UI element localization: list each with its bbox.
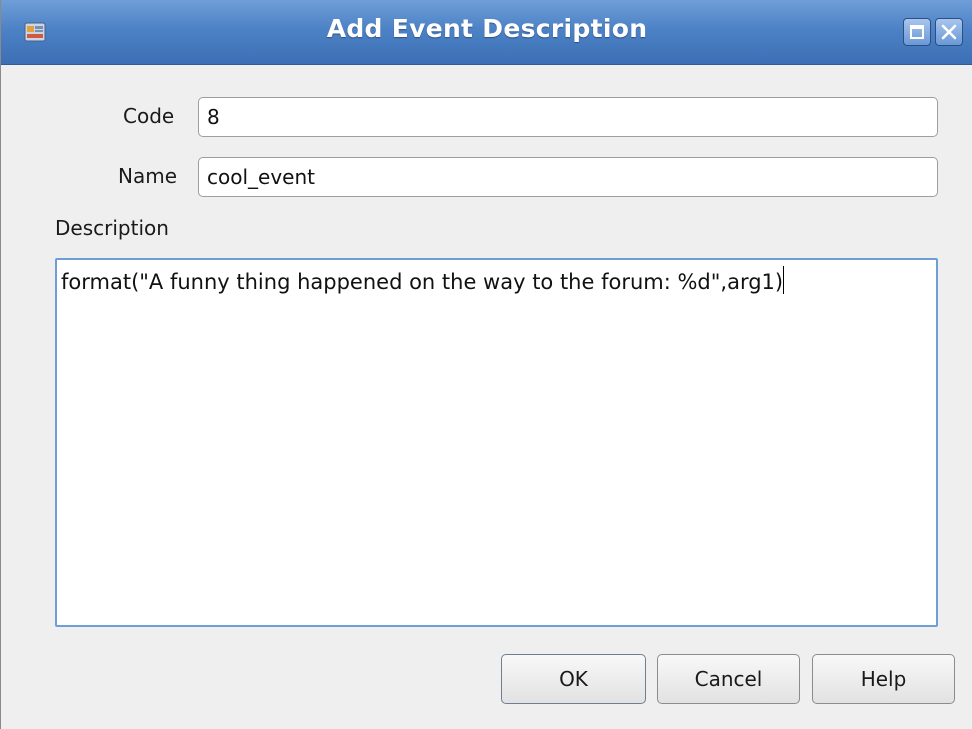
maximize-button[interactable]: [903, 18, 931, 46]
ok-button[interactable]: OK: [501, 654, 646, 704]
close-button[interactable]: [935, 18, 963, 46]
name-input[interactable]: [198, 157, 938, 197]
description-textarea[interactable]: format("A funny thing happened on the wa…: [55, 258, 938, 627]
name-label: Name: [118, 164, 178, 188]
code-input[interactable]: [198, 97, 938, 137]
close-icon: [941, 24, 957, 40]
add-event-description-dialog: Add Event Description Code Name Descript…: [0, 0, 972, 729]
app-icon[interactable]: [23, 20, 47, 44]
window-title: Add Event Description: [326, 14, 648, 43]
maximize-icon: [910, 25, 924, 39]
description-label: Description: [55, 216, 169, 240]
description-text: format("A funny thing happened on the wa…: [61, 270, 784, 294]
text-cursor: [783, 266, 785, 294]
title-bar[interactable]: Add Event Description: [1, 0, 972, 65]
code-label: Code: [123, 104, 175, 128]
help-button[interactable]: Help: [812, 654, 955, 704]
cancel-button[interactable]: Cancel: [657, 654, 800, 704]
